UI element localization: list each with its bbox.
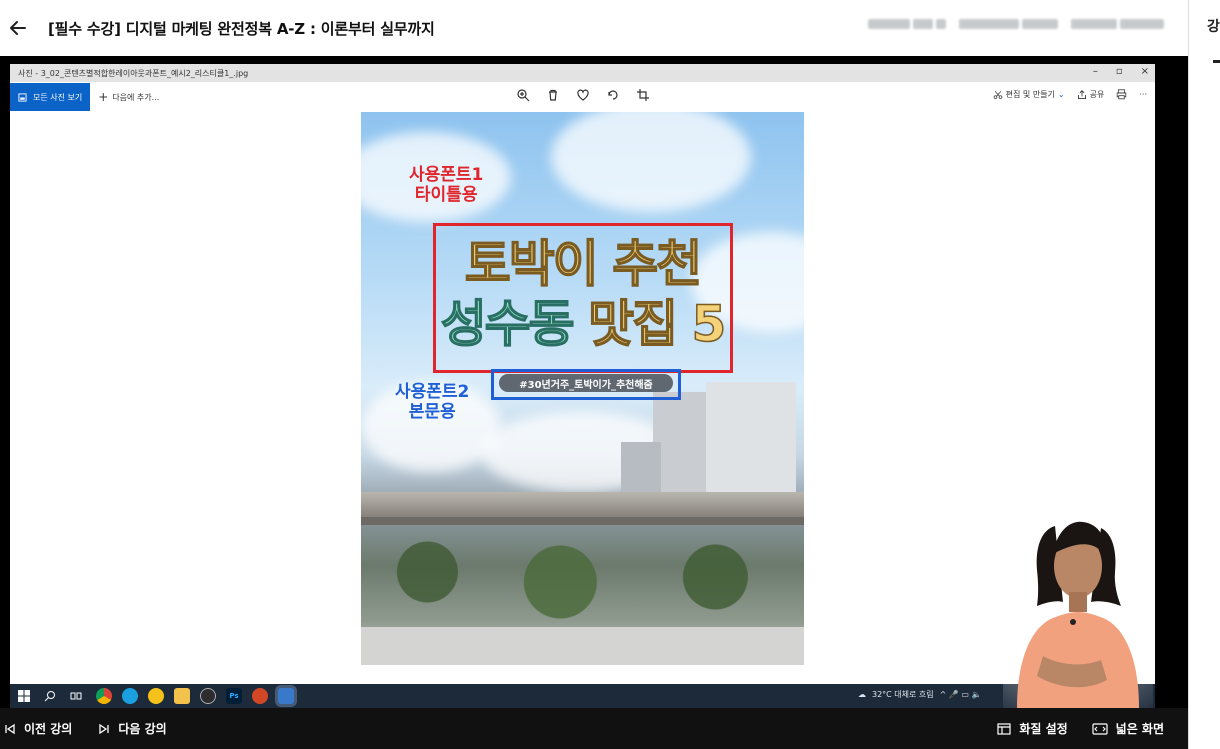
blurred-user-info xyxy=(868,19,1164,31)
window-titlebar: 사진 - 3_02_콘텐츠별적합한레이아웃과폰트_예시2_리스티클1_.jpg … xyxy=(10,64,1155,82)
next-lecture-button[interactable]: 다음 강의 xyxy=(98,720,167,737)
font1-label: 사용폰트1 xyxy=(409,165,484,185)
photo-title-line2: 성수동 맛집 5 xyxy=(361,295,804,353)
file-explorer-icon[interactable] xyxy=(174,688,190,704)
side-panel-tab[interactable]: 강 xyxy=(1207,16,1220,36)
weather-text[interactable]: 32°C 대체로 흐림 xyxy=(872,689,934,700)
zoom-icon[interactable] xyxy=(516,88,530,102)
heart-icon[interactable] xyxy=(576,88,590,102)
window-title: 사진 - 3_02_콘텐츠별적합한레이아웃과폰트_예시2_리스티클1_.jpg xyxy=(18,68,249,78)
rotate-icon[interactable] xyxy=(606,88,620,102)
windows-start-icon[interactable] xyxy=(18,690,30,702)
prev-lecture-label: 이전 강의 xyxy=(24,722,73,736)
windows-taskbar: Ps ☁ 32°C 대체로 흐림 ^ 🎤 ▭ 🔈 xyxy=(10,684,1155,708)
course-title: [필수 수강] 디지털 마케팅 완전정복 A-Z : 이론부터 실무까지 xyxy=(48,19,435,38)
arrow-left-icon xyxy=(10,21,26,35)
font2-annotation: 사용폰트2 본문용 xyxy=(395,382,469,422)
plus-icon: + xyxy=(98,90,109,104)
wide-screen-button[interactable]: 넓은 화면 xyxy=(1092,720,1164,737)
font2-label: 사용폰트2 xyxy=(395,382,470,402)
side-panel: 강 xyxy=(1188,0,1220,749)
more-button[interactable]: ··· xyxy=(1139,90,1147,99)
chrome-icon[interactable] xyxy=(96,688,112,704)
share-icon xyxy=(1077,89,1086,99)
all-photos-label: 모든 사진 보기 xyxy=(33,92,83,102)
edit-button[interactable]: 편집 및 만들기 ⌄ xyxy=(993,89,1065,100)
cloud-icon: ☁ xyxy=(858,690,866,699)
font2-usage: 본문용 xyxy=(408,402,456,422)
prev-lecture-button[interactable]: 이전 강의 xyxy=(4,720,72,737)
all-photos-button[interactable]: 모든 사진 보기 xyxy=(10,83,91,111)
next-lecture-label: 다음 강의 xyxy=(118,722,167,736)
tab-indicator xyxy=(1213,60,1220,63)
skip-back-icon xyxy=(5,723,15,734)
system-tray: ☁ 32°C 대체로 흐림 ^ 🎤 ▭ 🔈 xyxy=(858,689,981,700)
close-button[interactable]: × xyxy=(1141,66,1149,77)
chevron-down-icon: ⌄ xyxy=(1057,90,1065,99)
hashtag-pill: #30년거주_토박이가_추천해줌 xyxy=(499,374,673,392)
delete-icon[interactable] xyxy=(546,88,560,102)
quality-settings-label: 화질 설정 xyxy=(1019,722,1068,736)
photoshop-icon[interactable]: Ps xyxy=(226,688,242,704)
share-label: 공유 xyxy=(1089,90,1105,99)
quality-settings-button[interactable]: 화질 설정 xyxy=(997,720,1068,737)
add-to-label: 다음에 추가... xyxy=(112,92,160,102)
powerpoint-icon[interactable] xyxy=(252,688,268,704)
course-header: [필수 수강] 디지털 마케팅 완전정복 A-Z : 이론부터 실무까지 xyxy=(0,0,1188,56)
lecture-video[interactable]: 사진 - 3_02_콘텐츠별적합한레이아웃과폰트_예시2_리스티클1_.jpg … xyxy=(0,56,1188,708)
photos-app-icon[interactable] xyxy=(278,688,294,704)
gallery-icon xyxy=(18,92,27,102)
edge-icon[interactable] xyxy=(122,688,138,704)
crop-icon[interactable] xyxy=(636,88,650,102)
scissors-icon xyxy=(993,90,1002,99)
media-player-icon[interactable] xyxy=(148,688,164,704)
obs-icon[interactable] xyxy=(200,688,216,704)
photos-toolbar: 모든 사진 보기 + 다음에 추가... 편집 및 만들기 ⌄ 공유 ··· xyxy=(10,82,1155,112)
title-yellow-part: 맛집 5 xyxy=(587,295,727,353)
wide-screen-label: 넓은 화면 xyxy=(1115,722,1164,736)
skip-forward-icon xyxy=(99,723,109,734)
edit-label: 편집 및 만들기 xyxy=(1005,90,1055,99)
presenter-video xyxy=(1003,506,1153,708)
share-button[interactable]: 공유 xyxy=(1077,89,1105,100)
quality-icon xyxy=(997,722,1011,735)
restore-button[interactable]: ▫ xyxy=(1116,66,1123,77)
photos-app-window: 사진 - 3_02_콘텐츠별적합한레이아웃과폰트_예시2_리스티클1_.jpg … xyxy=(10,64,1155,684)
font1-annotation: 사용폰트1 타이틀용 xyxy=(409,165,483,205)
displayed-photo: 사용폰트1 타이틀용 토박이 추천 성수동 맛집 5 #30년거주_토박이가_추… xyxy=(361,112,804,665)
search-icon[interactable] xyxy=(44,690,56,702)
task-view-icon[interactable] xyxy=(70,690,82,702)
photo-title-line1: 토박이 추천 xyxy=(464,235,703,293)
font1-usage: 타이틀용 xyxy=(414,185,478,205)
title-mint-part: 성수동 xyxy=(440,295,576,353)
add-to-button[interactable]: + 다음에 추가... xyxy=(98,90,159,104)
wide-screen-icon xyxy=(1092,722,1108,735)
lecture-nav-bar: 이전 강의 다음 강의 화질 설정 넓은 화면 xyxy=(0,708,1188,749)
tray-icons[interactable]: ^ 🎤 ▭ 🔈 xyxy=(940,690,982,699)
print-icon[interactable] xyxy=(1116,89,1127,100)
minimize-button[interactable]: – xyxy=(1093,66,1098,77)
back-button[interactable] xyxy=(2,12,34,44)
